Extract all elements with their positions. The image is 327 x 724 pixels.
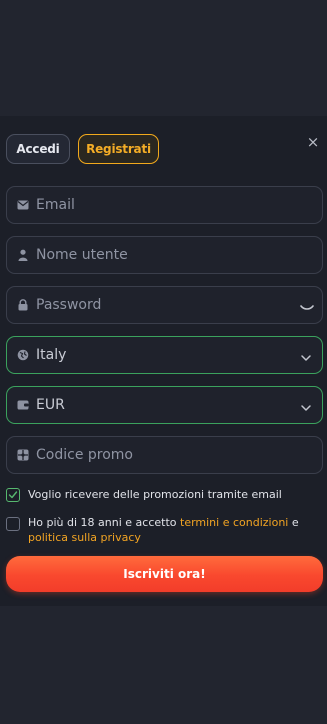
- show-password-icon[interactable]: [300, 299, 314, 311]
- wallet-icon: [17, 399, 29, 411]
- email-placeholder: Email: [36, 197, 75, 213]
- promo-code-placeholder: Codice promo: [36, 447, 133, 463]
- globe-icon: [17, 349, 29, 361]
- password-field[interactable]: Password: [6, 286, 323, 324]
- promotions-checkbox[interactable]: [6, 488, 20, 502]
- terms-label: Ho più di 18 anni e accetto termini e co…: [28, 515, 318, 545]
- username-field[interactable]: Nome utente: [6, 236, 323, 274]
- currency-select[interactable]: EUR: [6, 386, 323, 424]
- currency-value: EUR: [36, 397, 65, 413]
- username-placeholder: Nome utente: [36, 247, 128, 263]
- close-icon[interactable]: ×: [305, 134, 321, 150]
- register-submit-button[interactable]: Iscriviti ora!: [6, 556, 323, 592]
- tab-login[interactable]: Accedi: [6, 134, 70, 164]
- promotions-label: Voglio ricevere delle promozioni tramite…: [28, 488, 282, 501]
- lock-icon: [17, 299, 29, 311]
- register-modal: Accedi Registrati × Email Nome utente Pa…: [0, 116, 327, 606]
- country-value: Italy: [36, 347, 67, 363]
- gift-icon: [17, 449, 29, 461]
- terms-link[interactable]: termini e condizioni: [180, 516, 288, 529]
- terms-prefix: Ho più di 18 anni e accetto: [28, 516, 180, 529]
- overlay-top: [0, 0, 327, 116]
- user-icon: [17, 249, 29, 261]
- check-icon: [8, 491, 18, 499]
- promo-code-field[interactable]: Codice promo: [6, 436, 323, 474]
- overlay-bottom: [0, 606, 327, 724]
- terms-middle: e: [288, 516, 299, 529]
- mail-icon: [17, 199, 29, 211]
- country-select[interactable]: Italy: [6, 336, 323, 374]
- terms-checkbox[interactable]: [6, 517, 20, 531]
- chevron-down-icon: [300, 349, 312, 361]
- password-placeholder: Password: [36, 297, 102, 313]
- tab-register[interactable]: Registrati: [78, 134, 159, 164]
- email-field[interactable]: Email: [6, 186, 323, 224]
- privacy-link[interactable]: politica sulla privacy: [28, 531, 141, 544]
- chevron-down-icon: [300, 399, 312, 411]
